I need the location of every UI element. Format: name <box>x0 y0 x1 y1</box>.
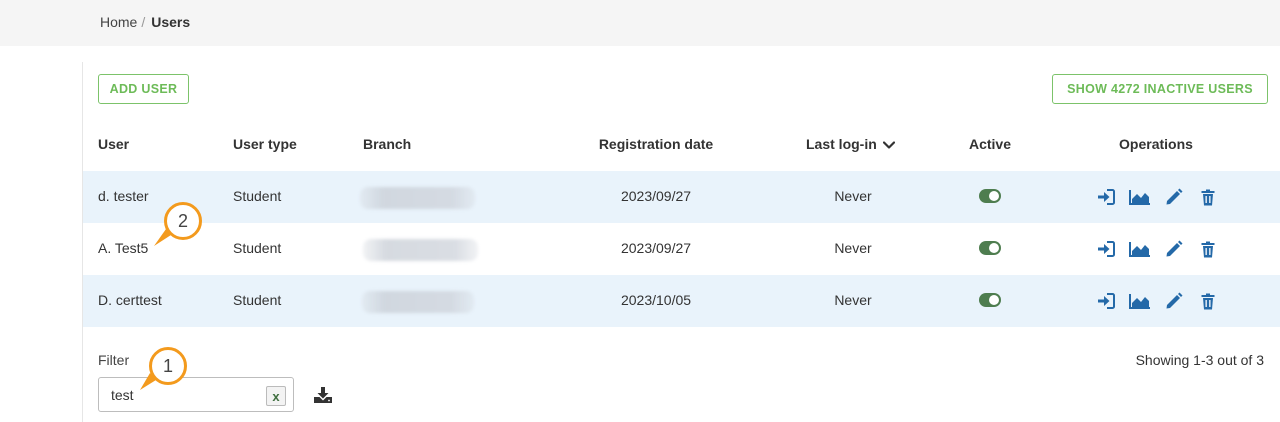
filter-field: x <box>98 377 294 412</box>
filter-input[interactable] <box>111 387 261 403</box>
active-toggle[interactable] <box>979 189 1001 203</box>
user-name[interactable]: d. tester <box>98 188 149 204</box>
breadcrumb-separator: / <box>141 14 146 30</box>
login-as-icon[interactable] <box>1095 188 1117 206</box>
column-header-registration-date[interactable]: Registration date <box>599 136 713 152</box>
download-icon[interactable] <box>313 386 333 409</box>
registration-date: 2023/10/05 <box>620 292 692 308</box>
registration-date: 2023/09/27 <box>620 240 692 256</box>
breadcrumb-current: Users <box>151 14 191 30</box>
edit-icon[interactable] <box>1163 240 1185 258</box>
stats-icon[interactable] <box>1129 240 1151 258</box>
row-operations <box>1095 188 1219 206</box>
last-login: Never <box>834 292 872 308</box>
delete-icon[interactable] <box>1197 188 1219 206</box>
active-toggle[interactable] <box>979 241 1001 255</box>
breadcrumb-home[interactable]: Home <box>100 14 137 30</box>
login-as-icon[interactable] <box>1095 292 1117 310</box>
last-login: Never <box>834 188 872 204</box>
user-type: Student <box>233 292 282 308</box>
callout-2-pointer <box>154 229 171 246</box>
column-header-active[interactable]: Active <box>969 136 1011 152</box>
branch-redacted <box>363 239 478 261</box>
column-header-branch[interactable]: Branch <box>363 136 411 152</box>
stats-icon[interactable] <box>1129 292 1151 310</box>
active-toggle[interactable] <box>979 293 1001 307</box>
column-header-user-type[interactable]: User type <box>233 136 297 152</box>
table-row: A. Test5 Student 2023/09/27 Never <box>83 223 1280 275</box>
stats-icon[interactable] <box>1129 188 1151 206</box>
breadcrumb: Home / Users <box>100 14 190 30</box>
delete-icon[interactable] <box>1197 292 1219 310</box>
column-header-last-login-label: Last log-in <box>806 136 877 152</box>
show-inactive-users-button[interactable]: SHOW 4272 INACTIVE USERS <box>1052 74 1268 104</box>
user-name[interactable]: D. certtest <box>98 292 162 308</box>
last-login: Never <box>834 240 872 256</box>
delete-icon[interactable] <box>1197 240 1219 258</box>
clear-filter-button[interactable]: x <box>266 386 286 406</box>
sort-chevron-down-icon <box>882 136 895 152</box>
row-operations <box>1095 292 1219 310</box>
user-type: Student <box>233 188 282 204</box>
top-bar: Home / Users <box>0 0 1280 46</box>
column-header-operations: Operations <box>1119 136 1193 152</box>
column-header-user[interactable]: User <box>98 136 129 152</box>
table-row: d. tester Student 2023/09/27 Never <box>83 171 1280 223</box>
table-row: D. certtest Student 2023/10/05 Never <box>83 275 1280 327</box>
filter-label: Filter <box>98 352 130 368</box>
login-as-icon[interactable] <box>1095 240 1117 258</box>
branch-redacted <box>360 187 475 209</box>
branch-redacted <box>362 291 474 313</box>
user-type: Student <box>233 240 282 256</box>
registration-date: 2023/09/27 <box>620 188 692 204</box>
user-name[interactable]: A. Test5 <box>98 240 148 256</box>
callout-1-pointer <box>140 373 156 390</box>
add-user-button[interactable]: ADD USER <box>98 74 189 104</box>
pagination-summary: Showing 1-3 out of 3 <box>1135 352 1264 368</box>
edit-icon[interactable] <box>1163 292 1185 310</box>
row-operations <box>1095 240 1219 258</box>
column-header-last-login[interactable]: Last log-in <box>806 136 895 152</box>
edit-icon[interactable] <box>1163 188 1185 206</box>
